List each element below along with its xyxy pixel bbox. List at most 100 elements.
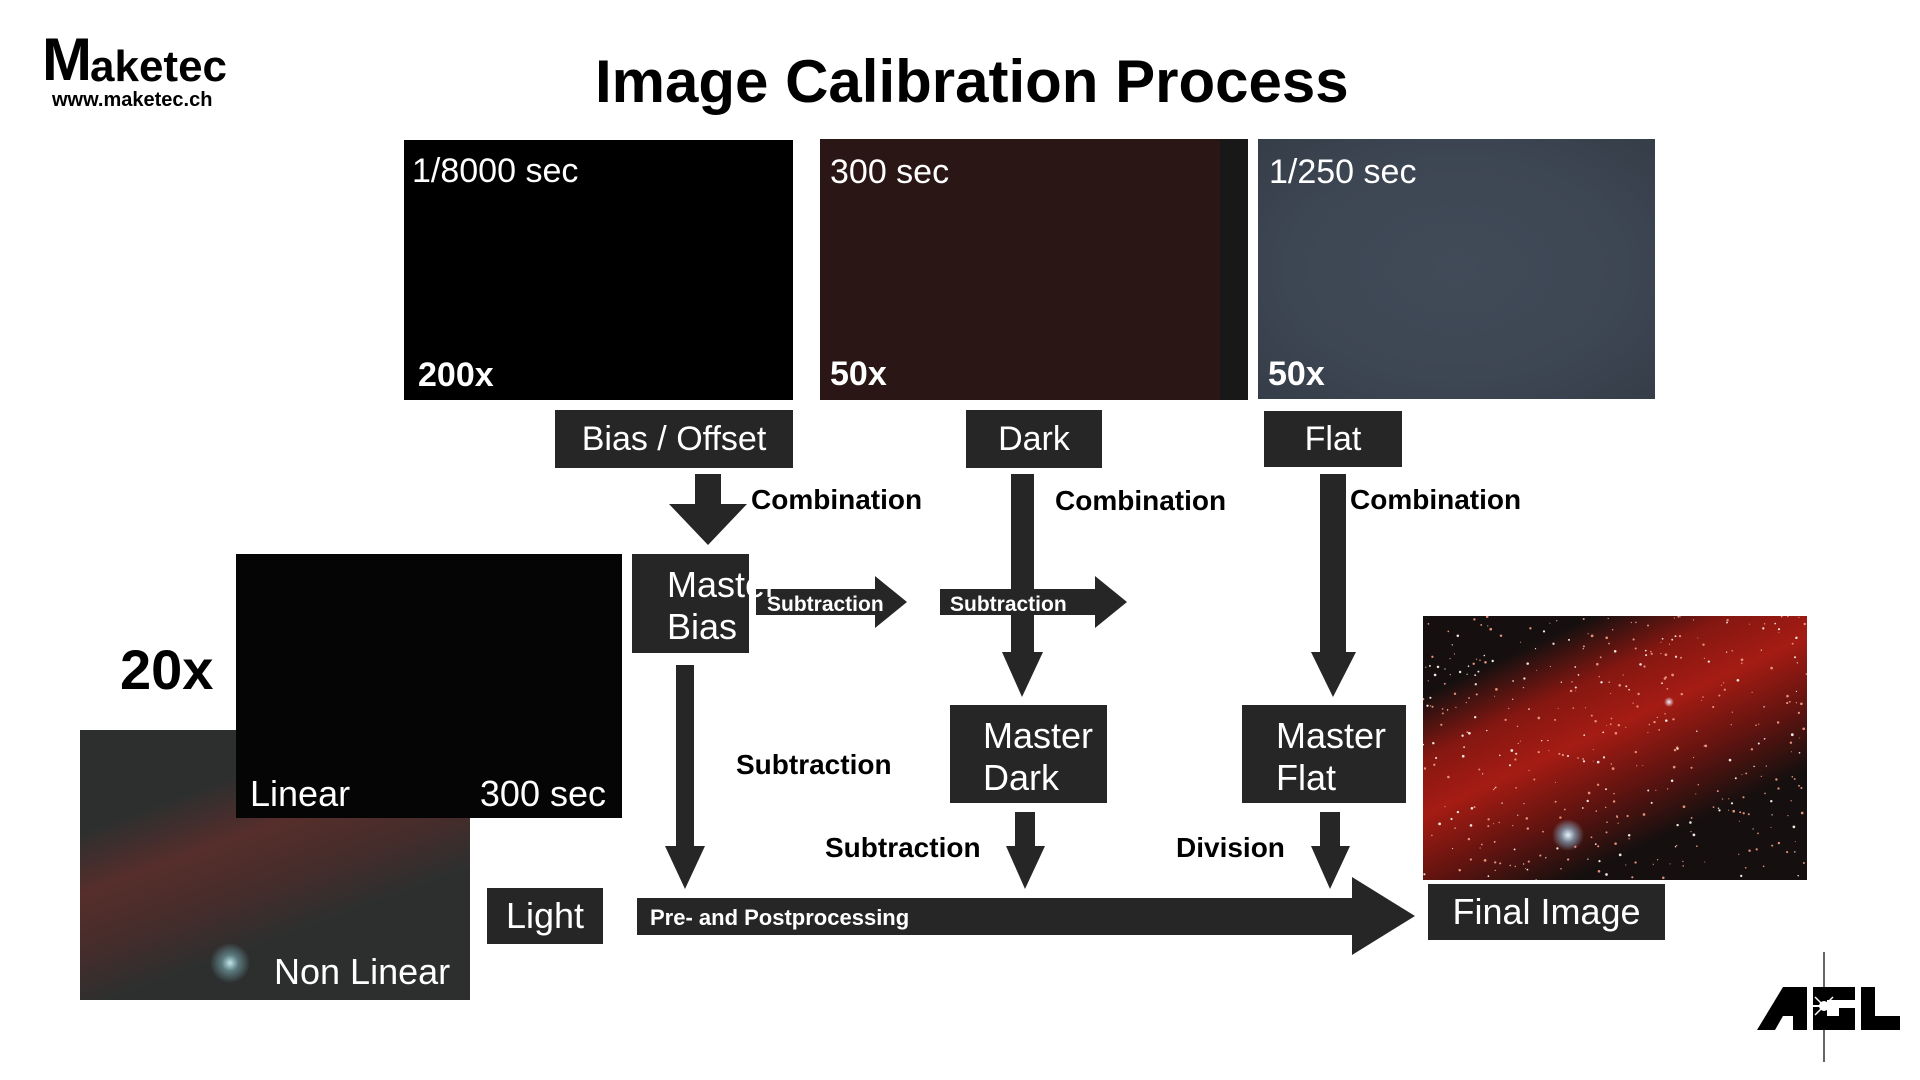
star (1475, 658, 1478, 660)
star (1582, 617, 1585, 621)
star (1477, 670, 1480, 673)
star (1722, 682, 1725, 684)
star (1692, 619, 1695, 621)
star (1582, 758, 1584, 760)
star (1590, 634, 1594, 638)
star (1596, 783, 1600, 786)
master-flat-box: Master Flat (1242, 705, 1406, 803)
star (1571, 681, 1573, 683)
star (1795, 636, 1798, 640)
star (1498, 821, 1500, 824)
star (1630, 621, 1633, 624)
star (1440, 723, 1443, 726)
star (1568, 638, 1570, 641)
star (1577, 674, 1580, 676)
star (1474, 683, 1477, 686)
star (1469, 858, 1473, 861)
star (1515, 787, 1517, 789)
star (1453, 653, 1456, 655)
star (1558, 752, 1561, 755)
star (1671, 673, 1674, 677)
star (1790, 733, 1794, 737)
star (1738, 820, 1740, 822)
star (1794, 841, 1796, 843)
star (1656, 716, 1658, 718)
star (1566, 754, 1570, 758)
star (1770, 800, 1773, 803)
star (1594, 719, 1597, 723)
star (1554, 781, 1557, 783)
star (1473, 715, 1477, 719)
star (1676, 823, 1679, 827)
star (1510, 749, 1514, 752)
star (1512, 824, 1514, 827)
star (1432, 741, 1435, 745)
star (1581, 807, 1584, 809)
combination-bias-label: Combination (751, 484, 923, 515)
star (1611, 628, 1614, 631)
star (1467, 665, 1470, 667)
star (1752, 828, 1754, 830)
star (1487, 625, 1489, 627)
star (1458, 670, 1462, 674)
star (1596, 760, 1600, 764)
star (1664, 653, 1668, 657)
star (1791, 642, 1794, 645)
star (1493, 840, 1496, 843)
star (1643, 665, 1646, 668)
star (1468, 697, 1470, 699)
star (1447, 630, 1450, 633)
star (1738, 853, 1740, 855)
star (1730, 802, 1734, 805)
star (1522, 863, 1525, 865)
star (1625, 685, 1628, 688)
star (1517, 742, 1519, 745)
star (1559, 816, 1562, 819)
star (1423, 873, 1426, 876)
star (1652, 863, 1654, 865)
star (1509, 864, 1512, 867)
star (1672, 765, 1676, 769)
star (1560, 681, 1563, 683)
master-bias-line2: Bias (667, 606, 738, 647)
final-image-text: Final Image (1452, 891, 1641, 932)
star (1528, 769, 1530, 772)
star (1673, 748, 1677, 752)
star (1534, 647, 1537, 650)
star (1780, 616, 1783, 618)
star (1455, 706, 1457, 709)
star (1597, 870, 1601, 873)
star (1755, 724, 1757, 727)
final-image-photo (1423, 616, 1807, 880)
star (1802, 862, 1805, 864)
star (1751, 691, 1753, 693)
star (1587, 858, 1589, 860)
star (1690, 831, 1692, 833)
star (1592, 749, 1594, 751)
star (1609, 723, 1612, 726)
star (1473, 618, 1476, 621)
master-bias-line1: Master (667, 564, 778, 605)
star (1765, 765, 1767, 767)
star (1608, 642, 1610, 645)
master-flat-line1: Master (1276, 715, 1387, 756)
star (1636, 705, 1639, 708)
star (1605, 831, 1608, 834)
star (1463, 746, 1465, 748)
star (1777, 841, 1781, 845)
star (1519, 740, 1521, 742)
star (1800, 702, 1803, 706)
star (1656, 859, 1659, 861)
dark-to-flat-label: Subtraction (950, 593, 1067, 616)
star (1666, 788, 1669, 790)
star (1479, 847, 1481, 849)
star (1777, 628, 1781, 631)
flat-to-light-label: Division (1176, 832, 1285, 863)
star (1529, 627, 1532, 630)
star (1514, 865, 1517, 868)
star (1764, 792, 1766, 795)
star (1800, 811, 1804, 815)
star (1679, 616, 1681, 618)
dark-to-light-label: Subtraction (825, 832, 981, 863)
star (1763, 737, 1766, 740)
